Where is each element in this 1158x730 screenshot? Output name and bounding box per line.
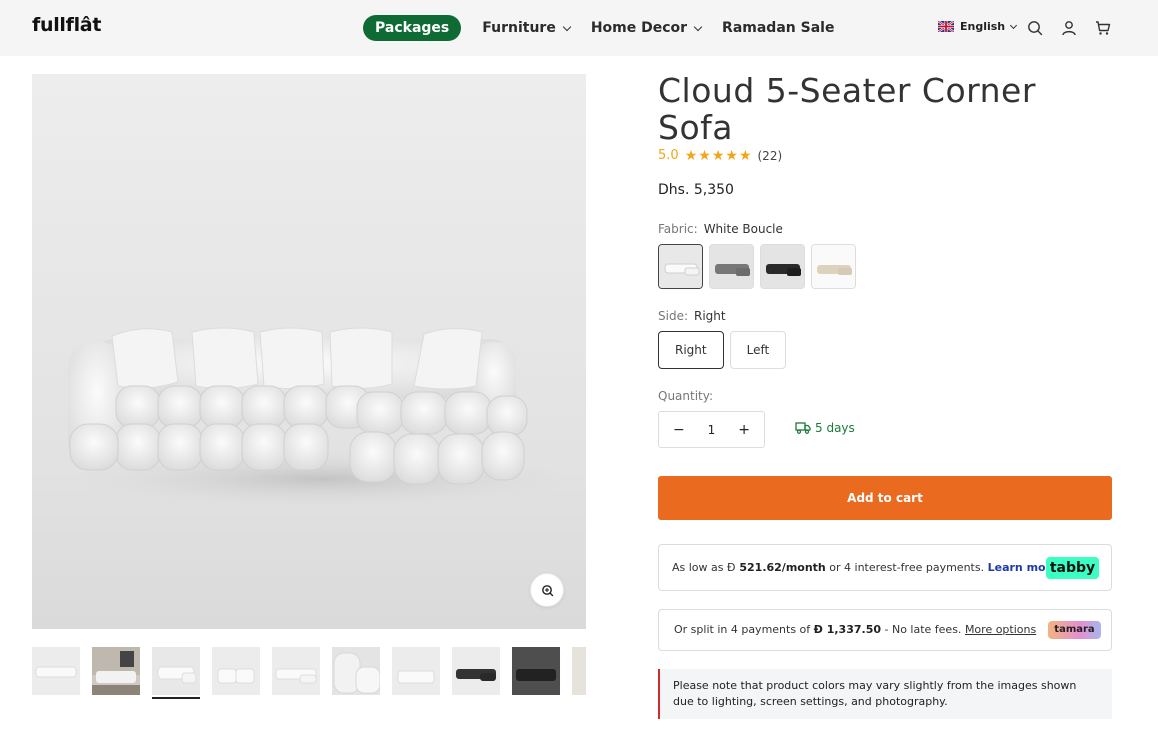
thumbnail[interactable] <box>512 647 560 695</box>
nav-packages[interactable]: Packages <box>363 15 462 41</box>
nav-home-decor[interactable]: Home Decor <box>590 20 703 36</box>
zoom-button[interactable] <box>530 573 564 607</box>
tabby-logo: tabby <box>1046 557 1099 579</box>
tamara-amount: Ð 1,337.50 <box>813 623 881 636</box>
star-icon: ★ <box>725 147 738 164</box>
tamara-suffix: - No late fees. <box>881 623 965 636</box>
site-header: fullflât Packages Furniture Home Decor R… <box>0 0 1158 56</box>
side-value: Right <box>694 309 726 323</box>
language-label: English <box>960 20 1006 33</box>
thumbnail[interactable] <box>92 647 140 695</box>
quantity-increase-button[interactable]: + <box>738 422 750 438</box>
zoom-in-icon <box>542 585 554 597</box>
rating-stars: ★ ★ ★ ★ ★ <box>685 149 753 163</box>
product-rating[interactable]: 5.0 ★ ★ ★ ★ ★ (22) <box>658 148 782 163</box>
chevron-down-icon <box>1010 21 1018 29</box>
thumbnail-strip <box>32 647 586 701</box>
delivery-estimate: 5 days <box>795 421 855 435</box>
nav-ramadan-sale[interactable]: Ramadan Sale <box>722 20 834 36</box>
tabby-currency: Ð <box>727 561 736 574</box>
swatch-white-boucle[interactable] <box>658 244 703 289</box>
swatch-black[interactable] <box>760 244 805 289</box>
delivery-time: 5 days <box>815 421 855 435</box>
chevron-down-icon <box>693 22 703 31</box>
rating-score: 5.0 <box>658 148 679 163</box>
tabby-text: As low as Ð 521.62/month or 4 interest-f… <box>672 561 1058 574</box>
side-option-label: Side: Right <box>658 309 726 323</box>
fabric-label: Fabric: <box>658 222 698 236</box>
main-nav: Packages Furniture Home Decor Ramadan Sa… <box>363 14 834 42</box>
thumbnail[interactable] <box>32 647 80 695</box>
thumbnail[interactable] <box>332 647 380 695</box>
search-icon[interactable] <box>1027 20 1043 36</box>
tamara-prefix: Or split in 4 payments of <box>674 623 814 636</box>
thumbnail[interactable] <box>212 647 260 695</box>
tabby-prefix: As low as <box>672 561 727 574</box>
side-left-button[interactable]: Left <box>729 331 787 369</box>
side-label: Side: <box>658 309 688 323</box>
review-count: (22) <box>757 148 783 163</box>
nav-home-decor-label: Home Decor <box>590 20 688 36</box>
quantity-stepper: − 1 + <box>658 411 765 448</box>
product-main-image[interactable] <box>32 74 586 629</box>
product-title: Cloud 5-Seater Corner Sofa <box>658 71 1036 147</box>
star-icon: ★ <box>698 147 711 164</box>
thumbnail[interactable] <box>452 647 500 695</box>
side-right-button[interactable]: Right <box>658 331 724 369</box>
star-icon: ★ <box>738 147 752 164</box>
account-icon[interactable] <box>1061 20 1077 36</box>
quantity-decrease-button[interactable]: − <box>673 422 685 438</box>
star-icon: ★ <box>711 147 725 164</box>
language-selector[interactable]: English <box>938 20 1018 33</box>
swatch-grey[interactable] <box>709 244 754 289</box>
fabric-option-label: Fabric: White Boucle <box>658 222 783 236</box>
nav-furniture-label: Furniture <box>482 20 556 36</box>
tamara-installment-box: Or split in 4 payments of Ð 1,337.50 - N… <box>658 609 1112 651</box>
add-to-cart-button[interactable]: Add to cart <box>658 476 1112 520</box>
nav-furniture[interactable]: Furniture <box>482 20 572 36</box>
thumbnail[interactable] <box>272 647 320 695</box>
fabric-swatches <box>658 244 862 289</box>
swatch-beige[interactable] <box>811 244 856 289</box>
color-disclaimer-notice: Please note that product colors may vary… <box>658 669 1112 719</box>
product-price: Dhs. 5,350 <box>658 182 734 198</box>
truck-icon <box>795 422 811 434</box>
tabby-installment-box: As low as Ð 521.62/month or 4 interest-f… <box>658 544 1112 591</box>
star-icon: ★ <box>684 147 698 164</box>
logo[interactable]: fullflât <box>32 14 101 36</box>
fabric-value: White Boucle <box>703 222 783 236</box>
tamara-text: Or split in 4 payments of Ð 1,337.50 - N… <box>674 623 1036 636</box>
thumbnail-active[interactable] <box>152 647 200 695</box>
active-thumbnail-indicator <box>152 697 200 699</box>
quantity-value[interactable]: 1 <box>708 423 716 437</box>
cart-icon[interactable] <box>1095 20 1111 36</box>
thumbnail[interactable] <box>392 647 440 695</box>
quantity-label: Quantity: <box>658 389 714 403</box>
sofa-image <box>68 327 572 507</box>
tamara-logo: tamara <box>1048 621 1101 639</box>
tabby-suffix: or 4 interest-free payments. <box>825 561 988 574</box>
side-options: Right Left <box>658 331 792 369</box>
tabby-amount: 521.62/month <box>735 561 826 574</box>
tamara-more-options-link[interactable]: More options <box>965 623 1036 636</box>
chevron-down-icon <box>562 22 572 31</box>
uk-flag-icon <box>938 21 954 32</box>
thumbnail[interactable] <box>572 647 586 695</box>
